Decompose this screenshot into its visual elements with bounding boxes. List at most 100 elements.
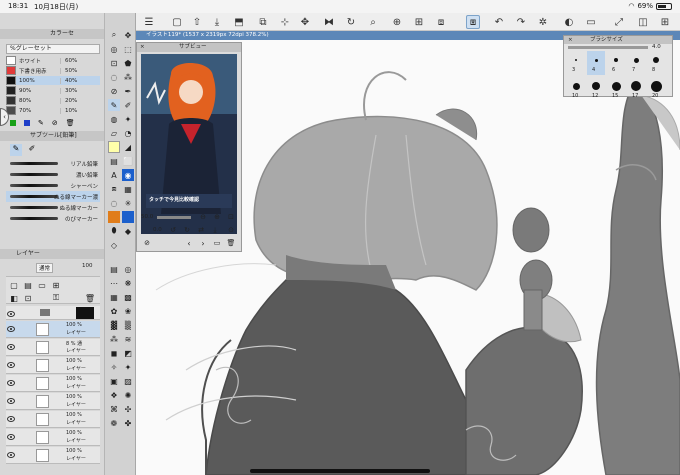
visibility-eye-icon[interactable] (7, 398, 15, 404)
edit-icon[interactable]: ✎ (38, 119, 44, 127)
ruler-icon[interactable]: ⧈ (434, 15, 448, 29)
expand-icon[interactable]: ⤢ (612, 15, 626, 29)
eyedropper-icon[interactable]: ⊘ (52, 119, 58, 127)
airbrush-icon[interactable]: ◍ (108, 113, 120, 125)
gradient-icon[interactable]: ▤ (108, 155, 120, 167)
zoom-icon[interactable]: ⌕ (366, 15, 380, 29)
pattern-3-icon[interactable]: ▦ (108, 291, 120, 303)
brush-size-option[interactable]: 3 (567, 51, 585, 75)
visibility-eye-icon[interactable] (7, 311, 15, 317)
brush-tool-icon[interactable]: ✐ (122, 99, 134, 111)
brush-size-option[interactable]: 7 (627, 51, 645, 75)
pattern-6-icon[interactable]: ❀ (122, 305, 134, 317)
color-set-row[interactable]: 下書き用赤 50% (6, 66, 100, 75)
fit-icon[interactable]: ⊡ (225, 211, 237, 223)
eraser-tool-icon[interactable]: ▱ (108, 127, 120, 139)
blend-tool-icon[interactable]: ◔ (122, 127, 134, 139)
decoration-icon[interactable]: ✦ (122, 113, 134, 125)
grid-icon[interactable]: ⊞ (658, 15, 672, 29)
brush-size-slider[interactable] (568, 46, 648, 49)
ruler-tool-icon[interactable]: ⧈ (108, 183, 120, 195)
rotate-right-icon[interactable]: ↻ (181, 224, 193, 236)
operation-tool-icon[interactable]: ✥ (122, 29, 134, 41)
color-wheel-icon[interactable]: ◉ (122, 169, 134, 181)
brush-size-option[interactable]: 4 (587, 51, 605, 75)
layer-row[interactable]: 100 % レイヤー (6, 447, 100, 464)
new-vector-layer-icon[interactable]: ▤ (22, 279, 34, 291)
water-icon[interactable]: ◆ (122, 225, 134, 237)
merge-icon[interactable]: ⊞ (50, 279, 62, 291)
visibility-eye-icon[interactable] (7, 416, 15, 422)
save-icon[interactable]: ⤓ (210, 15, 224, 29)
export-icon[interactable]: ⬒ (232, 15, 246, 29)
rotate-left-icon[interactable]: ↺ (167, 224, 179, 236)
main-color-swatch[interactable] (108, 141, 120, 153)
brush-size-option[interactable]: 17 (627, 77, 645, 101)
balloon-icon[interactable]: ◌ (108, 197, 120, 209)
layer-row[interactable]: 100 % レイヤー (6, 411, 100, 428)
close-brush-size-icon[interactable]: × (568, 36, 573, 44)
pattern-8-icon[interactable]: ▒ (122, 319, 134, 331)
layer-mask-icon[interactable]: ◧ (8, 292, 20, 304)
brush-item[interactable]: のびマーカー (6, 213, 100, 224)
reset-icon[interactable]: ⊙ (225, 224, 237, 236)
open-icon[interactable]: ⇧ (190, 15, 204, 29)
color-set-row[interactable]: 80% 20% (6, 96, 100, 105)
wand-icon[interactable]: ⁂ (122, 71, 134, 83)
new-icon[interactable]: ▢ (170, 15, 184, 29)
pattern-10-icon[interactable]: ≋ (122, 333, 134, 345)
zoom-tool-icon[interactable]: ⌕ (108, 29, 120, 41)
green-swatch-icon[interactable] (10, 119, 16, 126)
pattern-17-icon[interactable]: ❖ (108, 389, 120, 401)
layer-row[interactable]: 100 % レイヤー (6, 357, 100, 374)
pattern-19-icon[interactable]: ⌘ (108, 403, 120, 415)
brush-size-value[interactable]: 4.0 (652, 44, 661, 50)
eraser-icon[interactable]: ▭ (584, 15, 598, 29)
brush-item[interactable]: リアル鉛筆 (6, 158, 100, 169)
pencil-tool-icon[interactable]: ✎ (108, 99, 120, 111)
visibility-eye-icon[interactable] (7, 326, 15, 332)
menu-icon[interactable]: ☰ (142, 15, 156, 29)
drop-icon[interactable]: ⬮ (108, 225, 120, 237)
transform-icon[interactable]: ⊹ (278, 15, 292, 29)
delete-layer-icon[interactable]: 🗑 (84, 292, 96, 304)
blue-swatch-icon[interactable] (24, 119, 30, 126)
text-icon[interactable]: A (108, 169, 120, 181)
new-folder-icon[interactable]: ▭ (36, 279, 48, 291)
trash-sub-icon[interactable]: 🗑 (225, 237, 237, 249)
layer-row[interactable]: 100 % レイヤー (6, 375, 100, 392)
lasso-icon[interactable]: ◌ (108, 71, 120, 83)
pattern-14-icon[interactable]: ✦ (122, 361, 134, 373)
color-set-select[interactable]: %グレーセット (6, 44, 100, 54)
prev-icon[interactable]: ‹ (183, 237, 195, 249)
fill-tool-icon[interactable]: ◢ (122, 141, 134, 153)
flip-icon[interactable]: ⧓ (322, 15, 336, 29)
settings-icon[interactable]: ✲ (536, 15, 550, 29)
brush-size-option[interactable]: 12 (587, 77, 605, 101)
selection-icon[interactable]: ⧆ (466, 15, 480, 29)
layer-row[interactable]: 8 % 通レイヤー (6, 339, 100, 356)
effect-line-icon[interactable]: ✳ (122, 197, 134, 209)
pencil-icon[interactable]: ✎ (10, 144, 22, 156)
lock-icon[interactable]: ⚿ (50, 292, 62, 304)
pattern-20-icon[interactable]: ✣ (122, 403, 134, 415)
pattern-icon[interactable]: ⋯ (108, 277, 120, 289)
visibility-eye-icon[interactable] (7, 452, 15, 458)
pattern-7-icon[interactable]: ▓ (108, 319, 120, 331)
brush-item[interactable]: 濃い鉛筆 (6, 169, 100, 180)
zoom-in-icon[interactable]: ⊕ (211, 211, 223, 223)
visibility-eye-icon[interactable] (7, 380, 15, 386)
brush-size-option[interactable]: 10 (567, 77, 585, 101)
select-tool-icon[interactable]: ⊡ (108, 57, 120, 69)
image-icon[interactable]: ▭ (211, 237, 223, 249)
pattern-9-icon[interactable]: ⁂ (108, 333, 120, 345)
layer-move-icon[interactable]: ⬚ (122, 43, 134, 55)
pen-icon[interactable]: ✒ (122, 85, 134, 97)
figure-icon[interactable]: ⬜ (122, 155, 134, 167)
zoom-slider[interactable] (157, 216, 191, 219)
pattern-2-icon[interactable]: ❋ (122, 277, 134, 289)
color-set-row[interactable]: 70% 10% (6, 106, 100, 115)
brush-icon[interactable]: ✐ (26, 144, 38, 156)
pattern-21-icon[interactable]: ❁ (108, 417, 120, 429)
visibility-eye-icon[interactable] (7, 434, 15, 440)
